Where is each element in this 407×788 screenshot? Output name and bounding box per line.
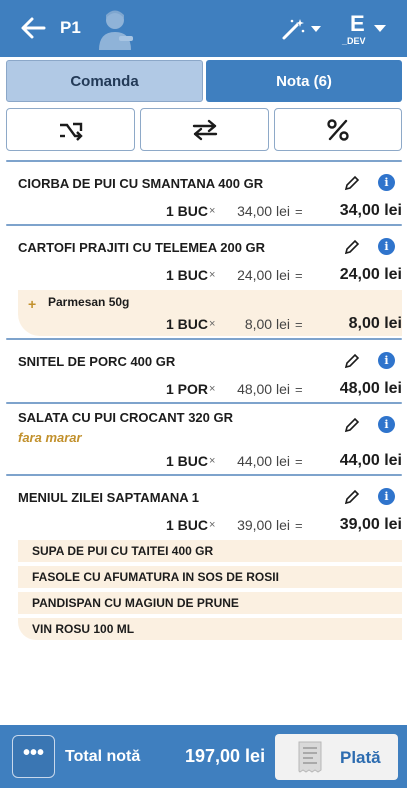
edit-icon[interactable] bbox=[344, 353, 360, 369]
tab-comanda[interactable]: Comanda bbox=[6, 60, 203, 102]
order-item[interactable]: SALATA CU PUI CROCANT 320 GR fara marar … bbox=[6, 404, 402, 474]
item-name: MENIUL ZILEI SAPTAMANA 1 bbox=[18, 490, 200, 505]
order-item[interactable]: SNITEL DE PORC 400 GR i 1 POR × 48,00 le… bbox=[6, 340, 402, 402]
item-total: 34,00 lei bbox=[339, 202, 402, 219]
discount-button[interactable] bbox=[274, 108, 402, 151]
menu-component: SUPA DE PUI CU TAITEI 400 GR bbox=[18, 540, 402, 562]
magic-wand-icon[interactable] bbox=[280, 17, 306, 41]
split-arrows-icon bbox=[59, 122, 83, 141]
order-item[interactable]: CIORBA DE PUI CU SMANTANA 400 GR i 1 BUC… bbox=[6, 162, 402, 224]
more-options-button[interactable]: ••• bbox=[12, 735, 55, 778]
bottom-bar: ••• Total notă 197,00 lei Plată bbox=[0, 725, 407, 788]
item-name: SALATA CU PUI CROCANT 320 GR bbox=[18, 410, 233, 425]
back-arrow-icon[interactable] bbox=[20, 16, 46, 40]
percent-icon bbox=[327, 118, 349, 141]
info-icon[interactable]: i bbox=[378, 352, 395, 369]
info-icon[interactable]: i bbox=[378, 174, 395, 191]
item-note: fara marar bbox=[18, 430, 82, 445]
item-name: CIORBA DE PUI CU SMANTANA 400 GR bbox=[18, 176, 264, 191]
item-total: 44,00 lei bbox=[339, 452, 402, 469]
pay-button[interactable]: Plată bbox=[275, 734, 398, 780]
split-button[interactable] bbox=[6, 108, 135, 151]
pay-label: Plată bbox=[340, 748, 381, 767]
user-menu-caret-icon[interactable] bbox=[374, 25, 386, 32]
edit-icon[interactable] bbox=[344, 239, 360, 255]
menu-component: FASOLE CU AFUMATURA IN SOS DE ROSII bbox=[18, 566, 402, 588]
transfer-arrows-icon bbox=[192, 119, 217, 140]
order-items-list: CIORBA DE PUI CU SMANTANA 400 GR i 1 BUC… bbox=[6, 160, 402, 642]
item-total: 48,00 lei bbox=[339, 380, 402, 397]
order-item[interactable]: MENIUL ZILEI SAPTAMANA 1 i 1 BUC × 39,00… bbox=[6, 476, 402, 642]
table-title: P1 bbox=[60, 18, 81, 37]
item-total: 39,00 lei bbox=[339, 516, 402, 533]
edit-icon[interactable] bbox=[344, 489, 360, 505]
menu-component: VIN ROSU 100 ML bbox=[18, 618, 402, 640]
user-sub-label: _DEV bbox=[342, 36, 366, 46]
total-value: 197,00 lei bbox=[185, 746, 266, 766]
edit-icon[interactable] bbox=[344, 175, 360, 191]
item-name: CARTOFI PRAJITI CU TELEMEA 200 GR bbox=[18, 240, 266, 255]
info-icon[interactable]: i bbox=[378, 238, 395, 255]
item-total: 24,00 lei bbox=[339, 266, 402, 283]
modifier-total: 8,00 lei bbox=[348, 315, 402, 332]
info-icon[interactable]: i bbox=[378, 488, 395, 505]
total-label: Total notă bbox=[65, 748, 141, 765]
top-bar: P1 E _DEV bbox=[0, 0, 407, 57]
user-letter[interactable]: E bbox=[350, 11, 365, 37]
receipt-icon bbox=[298, 741, 322, 773]
modifier-name: Parmesan 50g bbox=[48, 295, 130, 309]
order-item[interactable]: CARTOFI PRAJITI CU TELEMEA 200 GR i 1 BU… bbox=[6, 226, 402, 338]
modifier-plus-sign: + bbox=[28, 296, 37, 312]
edit-icon[interactable] bbox=[344, 417, 360, 433]
info-icon[interactable]: i bbox=[378, 416, 395, 433]
transfer-button[interactable] bbox=[140, 108, 269, 151]
tab-nota[interactable]: Nota (6) bbox=[206, 60, 402, 102]
magic-menu-caret-icon[interactable] bbox=[311, 26, 321, 32]
item-name: SNITEL DE PORC 400 GR bbox=[18, 354, 176, 369]
menu-component: PANDISPAN CU MAGIUN DE PRUNE bbox=[18, 592, 402, 614]
waiter-avatar-icon bbox=[99, 10, 133, 50]
